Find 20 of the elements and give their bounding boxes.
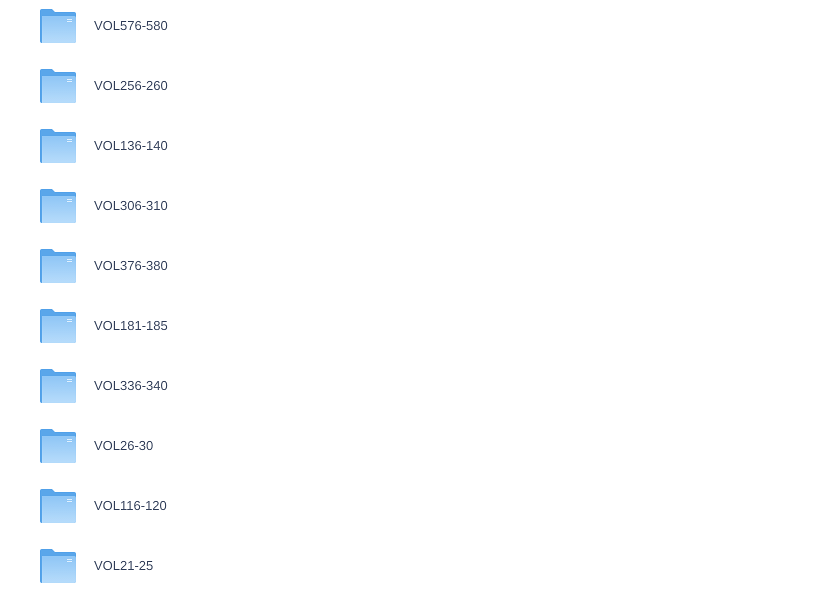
folder-name[interactable]: VOL26-30: [94, 436, 154, 456]
folder-name[interactable]: VOL21-25: [94, 556, 154, 576]
folder-icon: [40, 249, 76, 283]
folder-name[interactable]: VOL181-185: [94, 316, 168, 336]
folder-name[interactable]: VOL306-310: [94, 196, 168, 216]
folder-name[interactable]: VOL376-380: [94, 256, 168, 276]
folder-icon: [40, 429, 76, 463]
folder-name[interactable]: VOL336-340: [94, 376, 168, 396]
folder-icon: [40, 369, 76, 403]
folder-icon: [40, 489, 76, 523]
folder-name[interactable]: VOL136-140: [94, 136, 168, 156]
folder-icon: [40, 189, 76, 223]
folder-name[interactable]: VOL116-120: [94, 496, 167, 516]
folder-name[interactable]: VOL256-260: [94, 76, 168, 96]
folder-name[interactable]: VOL576-580: [94, 16, 168, 36]
folder-icon: [40, 69, 76, 103]
folder-icon: [40, 549, 76, 583]
folder-icon: [40, 9, 76, 43]
folder-icon: [40, 129, 76, 163]
folder-icon: [40, 309, 76, 343]
